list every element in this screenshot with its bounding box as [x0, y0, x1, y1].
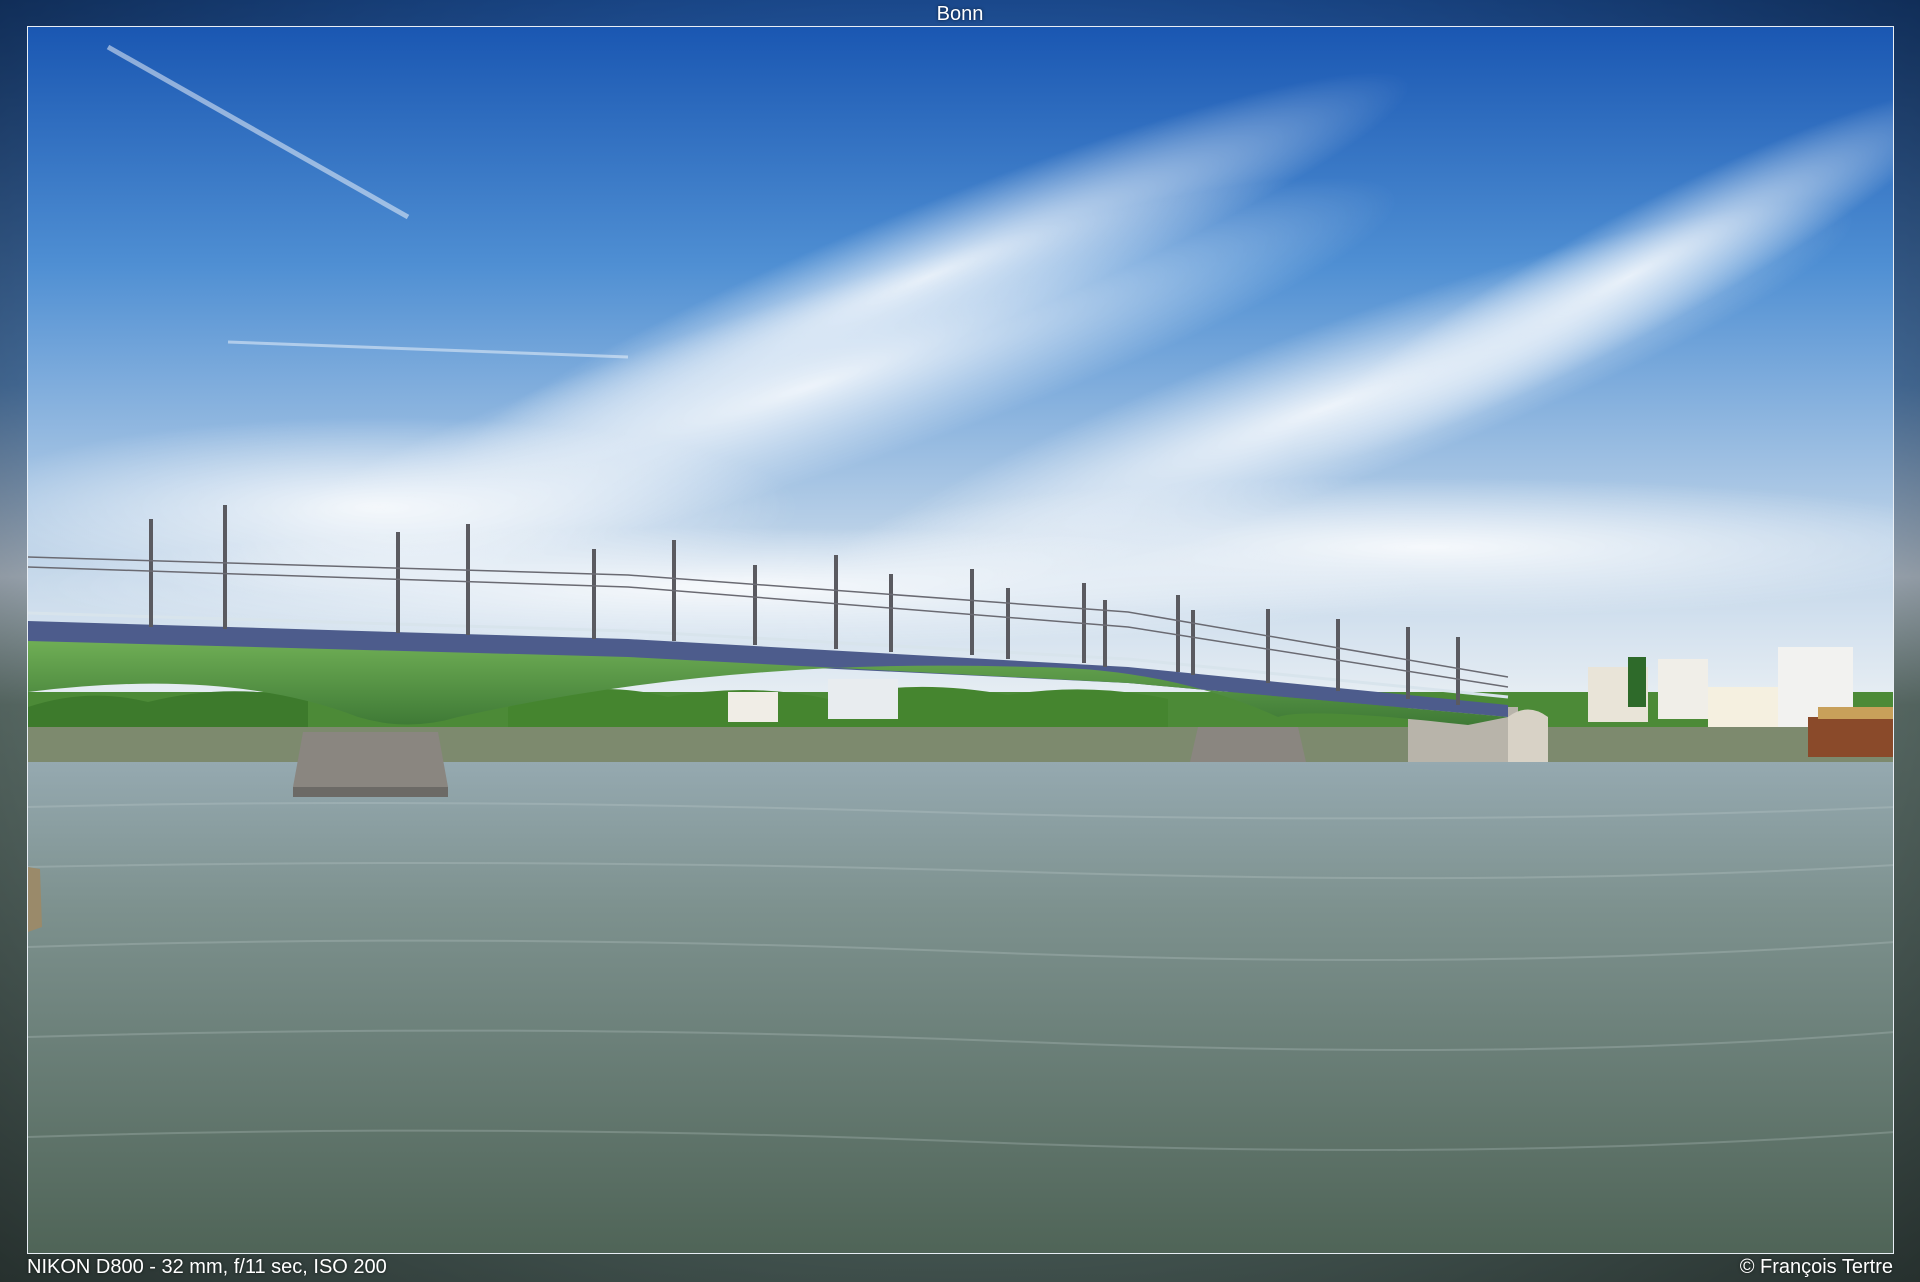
copyright-notice: © François Tertre	[1739, 1256, 1893, 1278]
bridge-photo	[28, 27, 1893, 1253]
near-shore	[28, 867, 42, 932]
photo-title: Bonn	[936, 3, 984, 25]
boat	[1808, 707, 1893, 757]
exif-info: NIKON D800 - 32 mm, f/11 sec, ISO 200	[27, 1256, 387, 1278]
photo-frame	[27, 26, 1894, 1254]
river-water	[28, 762, 1893, 1253]
